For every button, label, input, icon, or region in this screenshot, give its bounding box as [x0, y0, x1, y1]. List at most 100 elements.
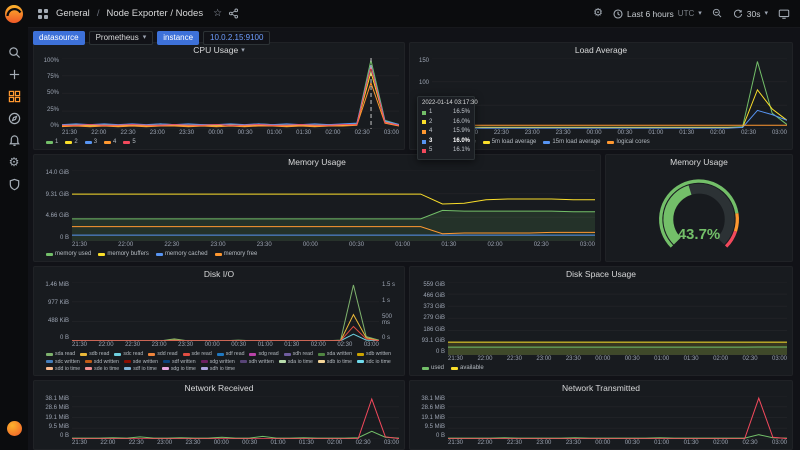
breadcrumb-separator: / — [96, 8, 100, 19]
sidebar-item-server-admin[interactable] — [0, 173, 28, 195]
legend-item[interactable]: sdb io time — [317, 359, 352, 365]
legend-item[interactable]: sda written — [317, 351, 352, 357]
sidebar-item-configuration[interactable]: ⚙ — [0, 151, 28, 173]
legend-item[interactable]: sde io time — [85, 366, 119, 372]
sidebar-item-create[interactable] — [0, 63, 28, 85]
legend-item[interactable]: available — [451, 365, 484, 372]
legend-item[interactable]: sdb read — [80, 351, 109, 357]
legend-item[interactable]: sde written — [123, 359, 158, 365]
chart-plot[interactable] — [72, 396, 399, 439]
legend-item[interactable]: sdd written — [84, 359, 119, 365]
legend-item[interactable]: sdf read — [216, 351, 244, 357]
legend-item[interactable]: memory buffers — [98, 251, 149, 258]
legend-item[interactable]: 4 — [104, 139, 116, 146]
series-color-swatch — [422, 120, 426, 125]
sidebar-item-explore[interactable] — [0, 107, 28, 129]
breadcrumb-folder[interactable]: General — [56, 8, 90, 19]
chart-plot[interactable] — [72, 282, 379, 341]
axis-tick: 0 B — [59, 234, 69, 241]
legend-item[interactable]: used — [422, 365, 444, 372]
chart-plot[interactable] — [72, 170, 595, 241]
legend-item[interactable]: sdd io time — [46, 366, 80, 372]
legend-item[interactable]: sdc io time — [357, 359, 391, 365]
legend-label: sdd read — [157, 351, 178, 358]
chart-plot[interactable] — [448, 282, 787, 355]
legend-item[interactable]: sdh io time — [200, 366, 235, 372]
sidebar-item-search[interactable] — [0, 41, 28, 63]
panel-header-memory-gauge[interactable]: Memory Usage — [606, 155, 792, 169]
legend-item[interactable]: memory used — [46, 251, 91, 258]
legend-item[interactable]: 15m load average — [543, 139, 600, 146]
legend-item[interactable]: sda read — [46, 351, 75, 357]
legend-item[interactable]: sdf io time — [124, 366, 157, 372]
legend-item[interactable]: memory free — [214, 251, 257, 258]
panel-header-load[interactable]: Load Average — [410, 43, 792, 57]
panel-header-diskio[interactable]: Disk I/O — [34, 267, 404, 281]
chart-plot[interactable] — [448, 396, 787, 439]
legend-item[interactable]: 2 — [65, 139, 78, 146]
axis-tick: 22:00 — [477, 440, 493, 446]
legend-item[interactable]: sda io time — [278, 359, 313, 365]
kiosk-mode-icon[interactable] — [778, 8, 790, 20]
instance-select[interactable]: 10.0.2.15:9100 — [203, 30, 271, 45]
axis-tick: 93.1 GiB — [421, 337, 445, 344]
chart-plot[interactable] — [432, 58, 787, 129]
panel-header-netrx[interactable]: Network Received — [34, 381, 404, 395]
zoom-out-icon[interactable] — [712, 8, 723, 19]
legend-swatch — [98, 252, 106, 256]
network-transmitted-chart[interactable]: 38.1 MiB 28.6 MiB 19.1 MiB 9.5 MiB 0 B 21:30 2… — [410, 395, 792, 449]
panel-header-memory[interactable]: Memory Usage — [34, 155, 600, 169]
legend-item[interactable]: sdc read — [114, 351, 143, 357]
sidebar-item-alerting[interactable] — [0, 129, 28, 151]
panel-title: Memory Usage — [670, 157, 728, 167]
refresh-button[interactable]: 30s ▾ — [733, 9, 768, 19]
legend-item[interactable]: sdg read — [249, 351, 279, 357]
legend-item[interactable]: logical cores — [607, 139, 650, 146]
time-range-picker[interactable]: Last 6 hours UTC ▾ — [613, 9, 702, 19]
disk-space-chart[interactable]: 559 GiB 466 GiB 373 GiB 279 GiB 186 GiB 93.1 … — [410, 281, 792, 375]
bell-icon — [8, 134, 20, 146]
share-icon[interactable] — [228, 8, 239, 19]
legend-item[interactable]: 1 — [46, 139, 58, 146]
legend-item[interactable]: sdg written — [200, 359, 235, 365]
user-avatar[interactable] — [6, 421, 22, 436]
legend-item[interactable]: memory cached — [155, 251, 208, 258]
axis-tick: 38.1 MiB — [421, 396, 445, 402]
axis-tick: 02:30 — [742, 440, 758, 446]
legend-item[interactable]: sdf written — [162, 359, 196, 365]
legend-item[interactable]: sdh read — [283, 351, 313, 357]
panel-header-nettx[interactable]: Network Transmitted — [410, 381, 792, 395]
navbar-controls: ⚙ Last 6 hours UTC ▾ 30s ▾ — [593, 8, 790, 20]
legend-label: sdc read — [123, 351, 144, 358]
legend-item[interactable]: sdg io time — [161, 366, 196, 372]
y-axis: 38.1 MiB 28.6 MiB 19.1 MiB 9.5 MiB 0 B — [38, 396, 72, 439]
legend-item[interactable]: sdh written — [239, 359, 274, 365]
legend-item[interactable]: 5 — [123, 139, 136, 146]
axis-tick: 02:30 — [355, 440, 371, 446]
chart-canvas — [432, 58, 787, 129]
x-axis: 21:30 22:00 22:30 23:00 23:30 00:00 00:30 01:00… — [448, 355, 787, 363]
sidebar-item-dashboards[interactable] — [0, 85, 28, 107]
breadcrumb-dashboard-title[interactable]: Node Exporter / Nodes — [106, 8, 203, 19]
disk-io-chart[interactable]: 1.46 MiB 977 KiB 488 KiB 0 B 1.5 s 1 s 500 ms 0… — [34, 281, 404, 375]
legend-item[interactable]: sdb written — [356, 351, 391, 357]
legend-item[interactable]: 3 — [84, 139, 97, 146]
tooltip-series-label: 5 — [429, 147, 433, 154]
dashboard-settings-gear-icon[interactable]: ⚙ — [593, 8, 603, 19]
star-icon[interactable]: ☆ — [213, 8, 222, 19]
legend-item[interactable]: sdc written — [46, 359, 80, 365]
panel-header-diskspace[interactable]: Disk Space Usage — [410, 267, 792, 281]
datasource-select[interactable]: Prometheus ▾ — [88, 30, 154, 45]
legend-item[interactable]: sdd read — [148, 351, 178, 358]
panel-header-cpu[interactable]: CPU Usage ▾ — [34, 43, 404, 57]
legend-item[interactable]: sde read — [182, 351, 212, 357]
cpu-usage-chart[interactable]: 100% 75% 50% 25% 0% 21:30 22:00 22:30 23:00 23:30… — [34, 57, 404, 149]
axis-tick: 19.1 MiB — [421, 414, 445, 421]
legend-item[interactable]: 5m load average — [482, 139, 536, 146]
memory-usage-chart[interactable]: 14.0 GiB 9.31 GiB 4.66 GiB 0 B 21:30 22:00 22:… — [34, 169, 600, 261]
grafana-logo[interactable] — [3, 3, 25, 25]
chart-plot[interactable] — [62, 58, 399, 129]
network-received-chart[interactable]: 38.1 MiB 28.6 MiB 19.1 MiB 9.5 MiB 0 B 21:30 2… — [34, 395, 404, 449]
legend-swatch — [65, 140, 73, 144]
axis-tick: 50% — [46, 90, 59, 97]
